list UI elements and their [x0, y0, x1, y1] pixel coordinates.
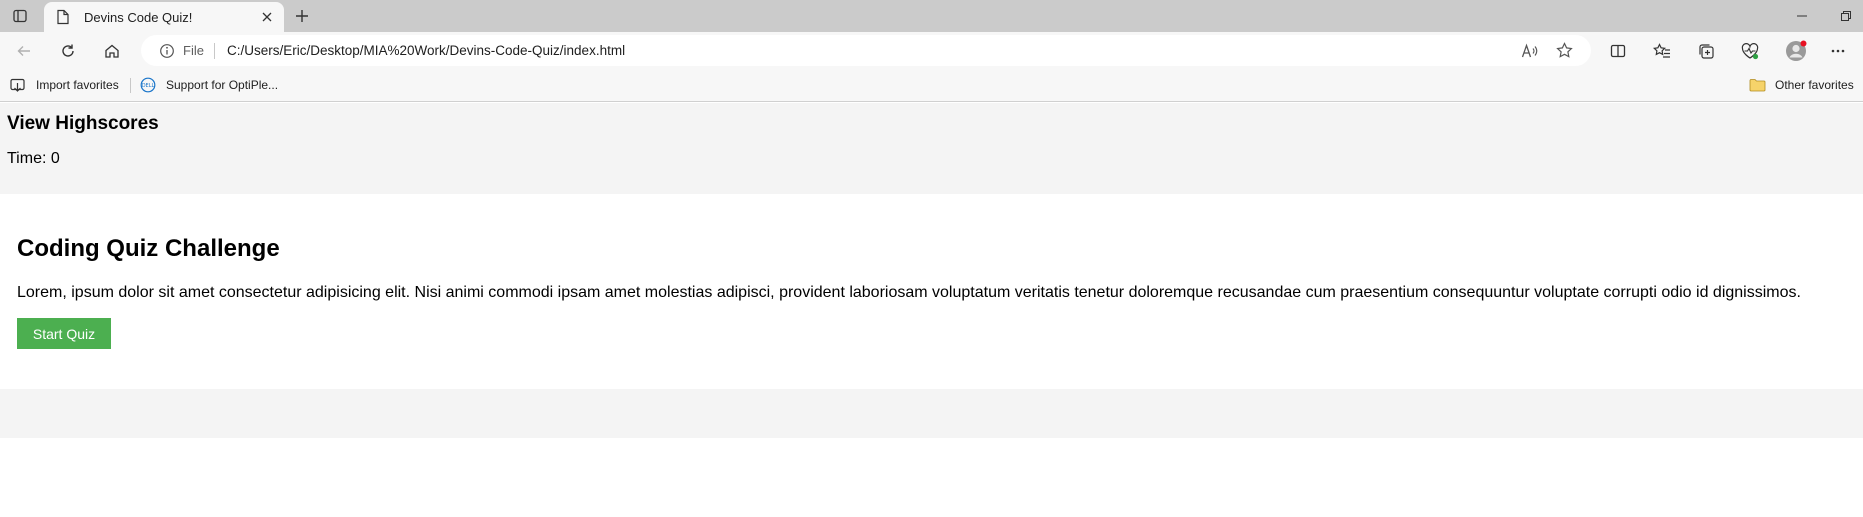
address-bar[interactable]: File C:/Users/Eric/Desktop/MIA%20Work/De…: [141, 35, 1591, 66]
quiz-start-section: Coding Quiz Challenge Lorem, ipsum dolor…: [0, 194, 1863, 392]
split-screen-icon[interactable]: [1605, 38, 1631, 64]
other-favorites[interactable]: Other favorites: [1749, 75, 1854, 95]
page-header: View Highscores Time: 0: [0, 103, 1863, 194]
tab-strip: Devins Code Quiz!: [0, 0, 1863, 32]
web-page: View Highscores Time: 0 Coding Quiz Chal…: [0, 103, 1863, 517]
bookmark-import-favorites[interactable]: Import favorites: [10, 75, 119, 95]
view-highscores-link[interactable]: View Highscores: [7, 113, 159, 135]
restore-icon[interactable]: [1831, 4, 1861, 28]
browser-toolbar: File C:/Users/Eric/Desktop/MIA%20Work/De…: [0, 32, 1863, 69]
quiz-intro-text: Lorem, ipsum dolor sit amet consectetur …: [17, 284, 1801, 301]
favorites-bar: Import favorites DELL Support for OptiPl…: [0, 69, 1863, 102]
add-favorite-icon[interactable]: [1547, 38, 1581, 64]
profile-avatar[interactable]: [1783, 38, 1809, 64]
scheme-label: File: [183, 43, 204, 58]
minimize-icon[interactable]: [1787, 4, 1817, 28]
page-footer: [0, 389, 1863, 438]
url-text[interactable]: C:/Users/Eric/Desktop/MIA%20Work/Devins-…: [227, 43, 1513, 58]
bookmark-support-optiplex[interactable]: DELL Support for OptiPle...: [140, 75, 278, 95]
bookmark-label: Support for OptiPle...: [166, 78, 279, 92]
browser-tab[interactable]: Devins Code Quiz!: [44, 2, 284, 32]
favorites-icon[interactable]: [1649, 38, 1675, 64]
more-menu-icon[interactable]: [1825, 38, 1851, 64]
quiz-title: Coding Quiz Challenge: [17, 235, 280, 262]
folder-icon: [1749, 77, 1767, 93]
collections-icon[interactable]: [1693, 38, 1719, 64]
timer-display: Time: 0: [7, 150, 60, 167]
back-icon[interactable]: [11, 38, 37, 64]
tab-actions-icon[interactable]: [8, 4, 32, 28]
home-icon[interactable]: [99, 38, 125, 64]
other-favorites-label: Other favorites: [1775, 78, 1854, 92]
divider: [213, 42, 215, 59]
browser-essentials-icon[interactable]: [1737, 38, 1763, 64]
bookmark-label: Import favorites: [36, 78, 119, 92]
svg-text:DELL: DELL: [142, 83, 155, 89]
dell-icon: DELL: [140, 77, 158, 93]
read-aloud-icon[interactable]: [1513, 38, 1547, 64]
start-quiz-button[interactable]: Start Quiz: [17, 318, 111, 349]
page-icon: [56, 9, 72, 25]
tab-title: Devins Code Quiz!: [84, 9, 193, 25]
divider: [130, 78, 131, 93]
info-icon[interactable]: [159, 43, 175, 59]
refresh-icon[interactable]: [55, 38, 81, 64]
close-tab-icon[interactable]: [256, 6, 278, 28]
new-tab-icon[interactable]: [290, 4, 314, 28]
import-icon: [10, 77, 28, 93]
